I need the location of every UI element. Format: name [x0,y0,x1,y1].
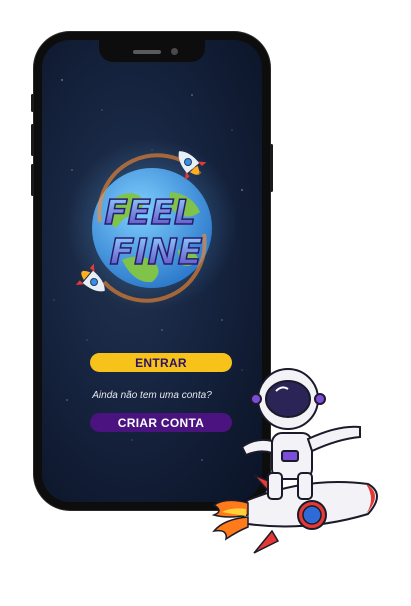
speaker-grille [133,50,161,54]
astronaut-illustration [211,368,378,554]
feel-fine-logo: FEEL FINE [66,138,238,310]
phone-side-button-left-1 [31,94,34,112]
phone-notch [99,40,205,62]
logo-text-fine: FINE [110,232,203,273]
phone-side-button-left-2 [31,124,34,156]
phone-side-button-right [270,144,273,192]
phone-side-button-left-3 [31,164,34,196]
rocket-icon [211,474,378,554]
front-camera [171,48,178,55]
logo-text-feel: FEEL [104,193,195,233]
